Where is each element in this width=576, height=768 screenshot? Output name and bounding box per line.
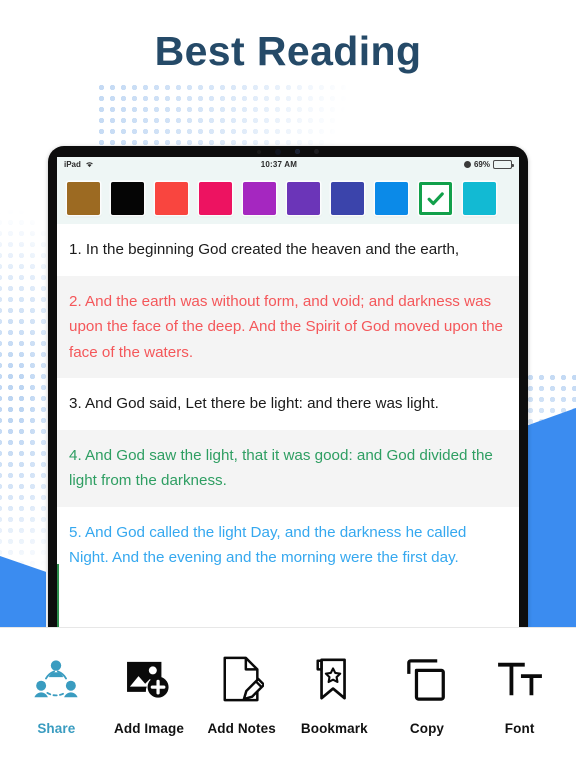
verse-1[interactable]: 1. In the beginning God created the heav… [57, 224, 519, 276]
verse-5[interactable]: 5. And God called the light Day, and the… [57, 507, 519, 584]
color-swatch-red[interactable] [155, 181, 188, 215]
color-swatch-cyan[interactable] [463, 181, 496, 215]
share-people-icon [33, 651, 79, 707]
toolbar-label: Copy [409, 720, 445, 736]
toolbar-label: Add Image [114, 720, 184, 736]
checkmark-icon [427, 191, 444, 205]
proximity-sensor-icon [314, 149, 319, 154]
battery-percent-label: 69% [473, 160, 490, 169]
verse-3[interactable]: 3. And God said, Let there be light: and… [57, 378, 519, 430]
toolbar-button-add-notes[interactable]: Add Notes [196, 651, 288, 736]
verse-2[interactable]: 2. And the earth was without form, and v… [57, 275, 519, 379]
wifi-icon [85, 160, 94, 170]
battery-icon [493, 160, 514, 169]
highlight-color-palette[interactable] [57, 172, 519, 224]
toolbar-button-font[interactable]: Font [474, 651, 566, 736]
front-sensor-array [48, 147, 528, 156]
toolbar-button-add-image[interactable]: Add Image [103, 651, 195, 736]
rotation-lock-icon [463, 161, 471, 168]
add-notes-icon [220, 651, 264, 707]
copy-icon [405, 651, 449, 707]
page-title: Best Reading [154, 28, 422, 74]
color-swatch-magenta[interactable] [243, 181, 276, 215]
color-swatch-purple[interactable] [287, 181, 320, 215]
color-swatch-black[interactable] [111, 181, 144, 215]
front-camera-icon [275, 148, 281, 155]
status-bar-time: 10:37 AM [260, 160, 298, 169]
toolbar-label: Bookmark [300, 720, 368, 736]
color-swatch-blue[interactable] [375, 181, 408, 215]
color-swatch-brown[interactable] [67, 181, 100, 215]
toolbar-button-copy[interactable]: Copy [381, 651, 473, 736]
microphone-icon [257, 149, 261, 154]
toolbar-button-bookmark[interactable]: Bookmark [288, 651, 380, 736]
toolbar-label: Font [504, 720, 535, 736]
status-bar: iPad 10:37 AM 69% [57, 157, 519, 172]
toolbar-label: Add Notes [207, 720, 276, 736]
tablet-device-frame: iPad 10:37 AM 69% 1. In the beginning Go… [48, 146, 528, 628]
tablet-screen: iPad 10:37 AM 69% 1. In the beginning Go… [57, 157, 519, 628]
scripture-reader-pane[interactable]: 1. In the beginning God created the heav… [57, 224, 519, 628]
toolbar-label: Share [37, 720, 76, 736]
color-swatch-green-check[interactable] [419, 181, 452, 215]
bookmark-star-icon [314, 651, 354, 707]
app-screenshot: Best Reading iPad 10:37 AM 69% 1. In the… [0, 0, 576, 768]
font-size-icon [497, 651, 542, 707]
ambient-sensor-icon [295, 149, 300, 154]
color-swatch-indigo[interactable] [331, 181, 364, 215]
bottom-action-toolbar[interactable]: Share Add Image Add Notes Bookmark Copy … [0, 627, 576, 768]
add-image-icon [125, 651, 173, 707]
carrier-label: iPad [64, 160, 81, 169]
verse-4[interactable]: 4. And God saw the light, that it was go… [57, 429, 519, 507]
selection-edge-marker [57, 564, 59, 628]
toolbar-button-share[interactable]: Share [10, 651, 102, 736]
color-swatch-pink[interactable] [199, 181, 232, 215]
